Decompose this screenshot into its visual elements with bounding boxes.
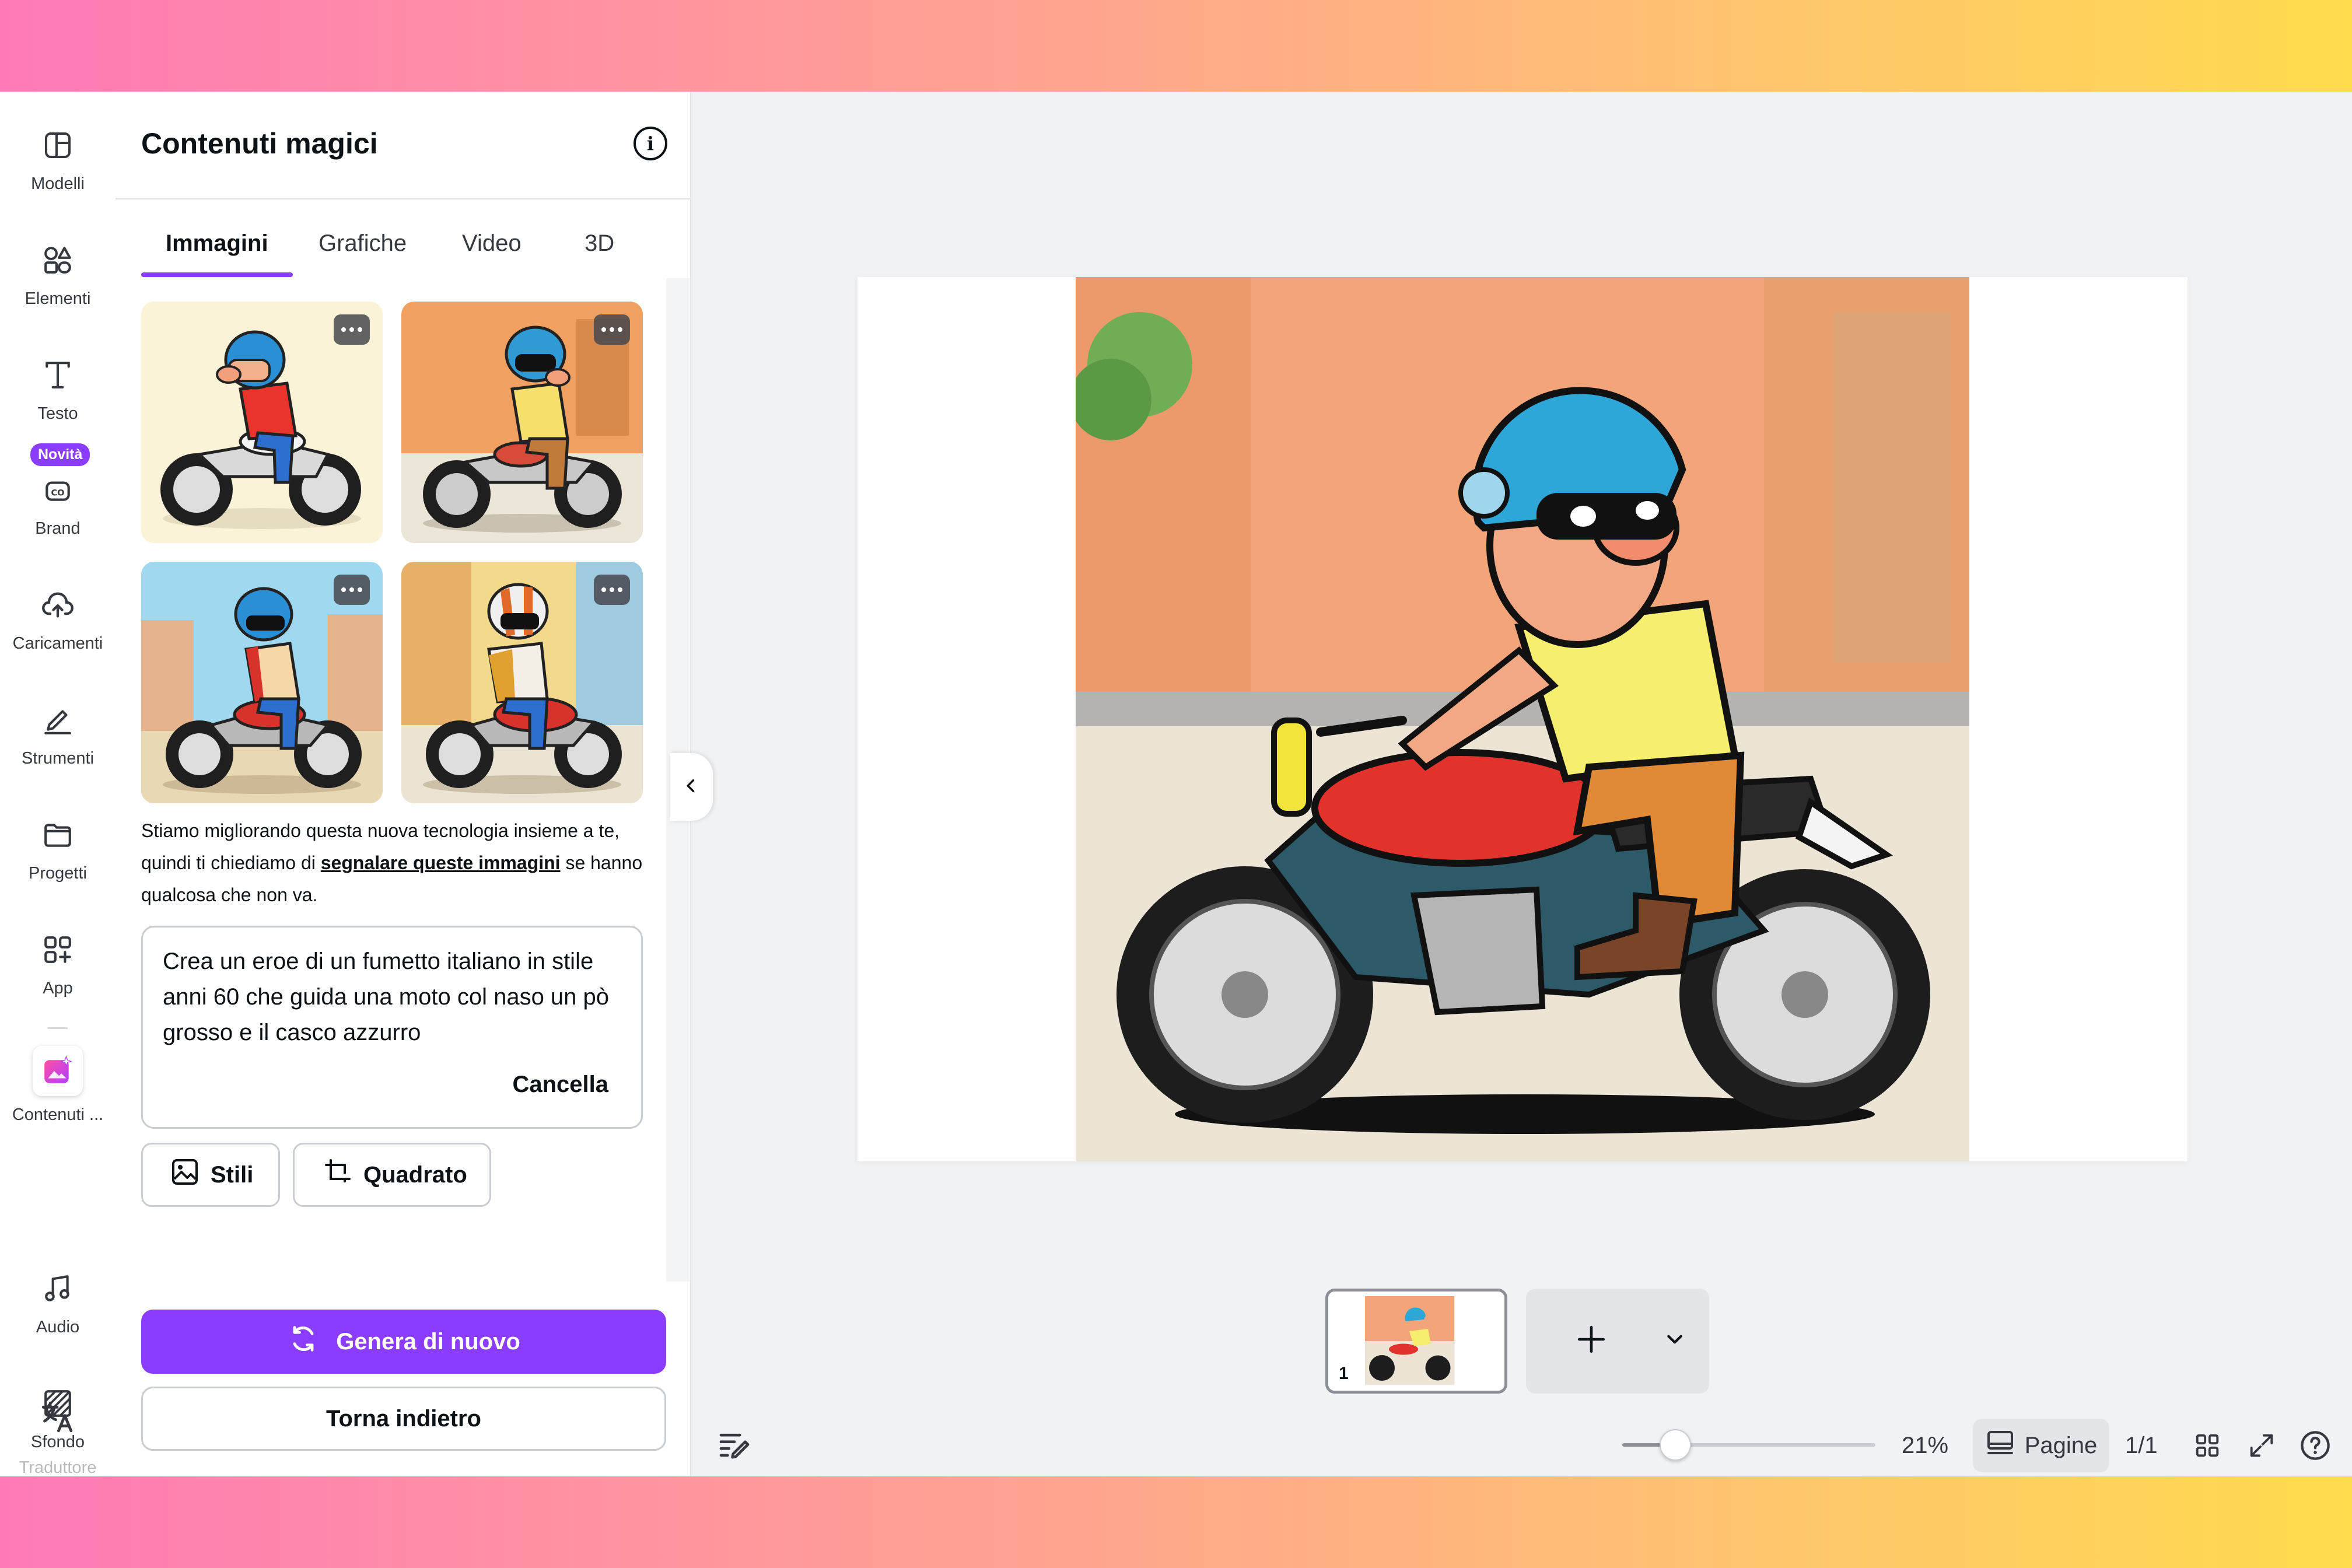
rail-item-templates[interactable]: Modelli [0, 122, 116, 215]
folder-icon [39, 816, 76, 853]
rail-item-audio[interactable]: Audio [0, 1265, 116, 1359]
more-options-button[interactable] [594, 314, 630, 345]
add-page-button[interactable] [1526, 1289, 1709, 1394]
tab-video[interactable]: Video [462, 230, 522, 257]
more-options-button[interactable] [594, 575, 630, 605]
generated-image-thumbnail[interactable] [141, 562, 383, 803]
generate-again-label: Genera di nuovo [336, 1328, 520, 1354]
editor-app: Modelli Elementi Testo Novità CO Brand C… [0, 92, 2352, 1476]
page-thumbnail-preview [1328, 1292, 1504, 1391]
rail-label: Traduttore [19, 1458, 97, 1476]
aspect-ratio-button[interactable]: Quadrato [293, 1143, 491, 1207]
help-icon[interactable] [2299, 1429, 2332, 1462]
rail-label: Testo [37, 404, 78, 423]
rail-item-elements[interactable]: Elementi [0, 237, 116, 330]
more-options-button[interactable] [334, 575, 370, 605]
beta-notice: Stiamo migliorando questa nuova tecnolog… [141, 815, 654, 911]
info-icon: i [646, 132, 654, 155]
go-back-button[interactable]: Torna indietro [141, 1387, 666, 1451]
new-badge: Novità [30, 443, 90, 466]
rail-item-projects[interactable]: Progetti [0, 811, 116, 905]
rail-item-brand[interactable]: CO Brand [0, 467, 116, 560]
grid-view-icon[interactable] [2191, 1429, 2224, 1462]
generate-again-button[interactable]: Genera di nuovo [141, 1310, 666, 1374]
collapse-panel-button[interactable] [670, 753, 713, 821]
page-count: 1/1 [2125, 1433, 2158, 1458]
rail-label: Contenuti ... [12, 1105, 104, 1124]
fullscreen-icon[interactable] [2245, 1429, 2278, 1462]
translate-icon [39, 1399, 75, 1438]
plus-icon [1574, 1312, 1609, 1370]
rail-label: App [43, 979, 73, 998]
chevron-left-icon [682, 777, 700, 797]
active-tab-indicator [141, 272, 293, 277]
rail-item-text[interactable]: Testo [0, 352, 116, 445]
cloud-upload-icon [39, 586, 76, 624]
side-navigation: Modelli Elementi Testo Novità CO Brand C… [0, 92, 116, 1476]
editor-footer: 21% Pagine 1/1 [691, 1413, 2352, 1476]
crop-icon [323, 1157, 353, 1193]
generated-image-thumbnail[interactable] [401, 562, 643, 803]
info-button[interactable]: i [634, 127, 667, 160]
motorcycle-hero-illustration [1076, 277, 1969, 1161]
brand-icon: CO [39, 471, 76, 509]
rail-label: Elementi [24, 289, 91, 308]
text-icon [39, 356, 76, 394]
rail-item-tools[interactable]: Strumenti [0, 696, 116, 790]
image-icon [170, 1157, 200, 1193]
tab-graphics[interactable]: Grafiche [318, 230, 407, 257]
more-options-button[interactable] [334, 314, 370, 345]
rail-item-translator[interactable]: Traduttore [0, 1399, 116, 1476]
prompt-textarea[interactable]: Crea un eroe di un fumetto italiano in s… [141, 926, 643, 1129]
rail-label: Audio [36, 1318, 80, 1336]
panel-title: Contenuti magici [141, 127, 378, 160]
top-gradient-band [0, 0, 2352, 92]
zoom-slider-handle[interactable] [1660, 1429, 1692, 1461]
generated-artwork[interactable] [1076, 277, 1969, 1161]
notes-icon[interactable] [717, 1426, 752, 1464]
apps-icon [39, 931, 76, 968]
prompt-text: Crea un eroe di un fumetto italiano in s… [163, 949, 610, 1045]
aspect-ratio-label: Quadrato [363, 1161, 467, 1188]
layout-icon [39, 127, 76, 164]
shapes-icon [39, 242, 76, 279]
zoom-level[interactable]: 21% [1902, 1433, 1948, 1459]
rail-label: Brand [35, 519, 80, 538]
rail-label: Modelli [31, 174, 85, 193]
pages-button[interactable]: Pagine [1973, 1419, 2109, 1472]
rail-label: Strumenti [21, 749, 94, 768]
panel-divider [116, 198, 691, 200]
generated-image-thumbnail[interactable] [401, 302, 643, 543]
clear-button[interactable]: Cancella [512, 1072, 608, 1098]
rail-divider [48, 1027, 68, 1029]
page-number: 1 [1339, 1364, 1349, 1383]
pen-icon [39, 701, 76, 738]
svg-text:CO: CO [51, 488, 65, 498]
tab-3d[interactable]: 3D [584, 230, 614, 257]
rail-label: Caricamenti [12, 634, 103, 653]
page-thumbnail[interactable]: 1 [1325, 1289, 1507, 1394]
rail-item-uploads[interactable]: Caricamenti [0, 582, 116, 675]
styles-label: Stili [211, 1161, 254, 1188]
pages-icon [1985, 1427, 2015, 1464]
refresh-icon [287, 1322, 320, 1361]
chevron-down-icon[interactable] [1661, 1326, 1688, 1356]
music-note-icon [39, 1270, 76, 1307]
magic-media-icon [33, 1046, 83, 1096]
magic-media-panel: Contenuti magici i Immagini Grafiche Vid… [116, 92, 691, 1476]
styles-button[interactable]: Stili [141, 1143, 280, 1207]
generated-image-thumbnail[interactable] [141, 302, 383, 543]
report-images-link[interactable]: segnalare queste immagini [321, 852, 561, 873]
bottom-gradient-band [0, 1476, 2352, 1568]
tab-images[interactable]: Immagini [166, 230, 268, 257]
rail-item-apps[interactable]: App [0, 926, 116, 1020]
design-page[interactable] [858, 277, 2188, 1161]
rail-label: Progetti [29, 864, 87, 883]
rail-item-magic-media[interactable]: Contenuti ... [0, 1046, 116, 1139]
pages-label: Pagine [2024, 1432, 2098, 1458]
